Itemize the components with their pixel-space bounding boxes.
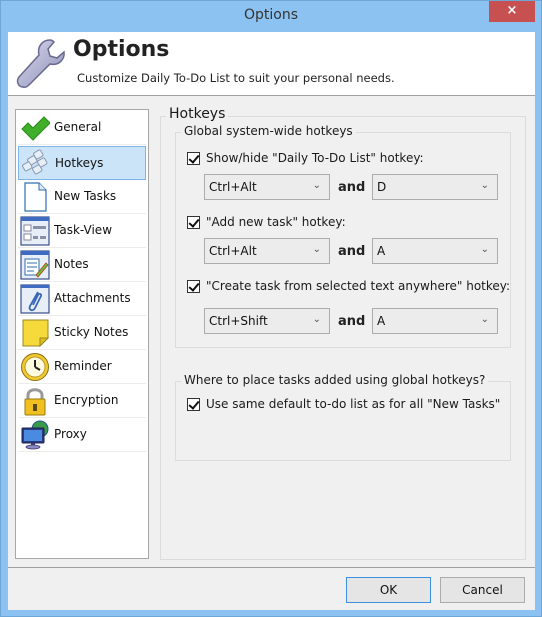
select-value: A (377, 244, 386, 258)
title-bar[interactable]: Options × (1, 1, 541, 32)
global-hotkeys-title: Global system-wide hotkeys (181, 124, 356, 138)
sidebar-item-attachments[interactable]: Attachments (18, 282, 146, 316)
chevron-down-icon: ⌄ (312, 180, 321, 191)
create-from-selection-hotkey-label: "Create task from selected text anywhere… (206, 279, 511, 293)
sidebar-item-label: Encryption (54, 393, 119, 407)
header-banner: Options Customize Daily To-Do List to su… (8, 32, 535, 96)
sidebar-item-label: Hotkeys (55, 156, 104, 170)
create-from-selection-hotkey-checkbox[interactable]: "Create task from selected text anywhere… (187, 279, 510, 293)
footer-divider (8, 567, 535, 568)
and-label: and (338, 180, 366, 195)
clock-icon (21, 353, 49, 381)
chevron-down-icon: ⌄ (312, 314, 321, 325)
chevron-down-icon: ⌄ (480, 244, 489, 255)
add-task-key-select[interactable]: A ⌄ (372, 238, 498, 264)
add-task-modifier-select[interactable]: Ctrl+Alt ⌄ (204, 238, 330, 264)
select-value: Ctrl+Shift (209, 314, 268, 328)
sidebar-item-hotkeys[interactable]: Hotkeys (18, 146, 146, 180)
keyboard-keys-icon (22, 149, 48, 175)
checkbox-checked-icon[interactable] (187, 279, 200, 293)
task-view-icon (20, 216, 50, 246)
sticky-note-icon (22, 319, 50, 348)
page-title: Options (73, 37, 170, 62)
create-from-selection-key-select[interactable]: A ⌄ (372, 308, 498, 334)
select-value: Ctrl+Alt (209, 180, 257, 194)
options-category-list[interactable]: General Hotkeys New Tasks Task-View Note… (15, 109, 149, 559)
sidebar-item-proxy[interactable]: Proxy (18, 418, 146, 452)
sidebar-item-sticky-notes[interactable]: Sticky Notes (18, 316, 146, 350)
and-label: and (338, 314, 366, 329)
window-title: Options (243, 7, 299, 23)
sidebar-item-label: Sticky Notes (54, 325, 129, 339)
select-value: D (377, 180, 387, 194)
sidebar-item-label: Reminder (54, 359, 112, 373)
chevron-down-icon: ⌄ (312, 244, 321, 255)
notes-pencil-icon (20, 250, 50, 280)
sidebar-item-notes[interactable]: Notes (18, 248, 146, 282)
page-subtitle: Customize Daily To-Do List to suit your … (77, 71, 395, 85)
placement-group: Where to place tasks added using global … (175, 373, 511, 461)
close-button[interactable]: × (489, 1, 535, 22)
sidebar-item-label: Attachments (54, 291, 131, 305)
options-window: Options × Options Customize Daily To-Do … (0, 0, 542, 617)
showhide-key-select[interactable]: D ⌄ (372, 174, 498, 200)
sidebar-item-general[interactable]: General (18, 111, 146, 145)
sidebar-item-label: New Tasks (54, 189, 117, 203)
chevron-down-icon: ⌄ (480, 314, 489, 325)
sidebar-item-label: Notes (54, 257, 89, 271)
checkbox-checked-icon[interactable] (187, 215, 200, 229)
select-value: A (377, 314, 386, 328)
section-title: Hotkeys (166, 106, 229, 122)
sidebar-item-reminder[interactable]: Reminder (18, 350, 146, 384)
sidebar-item-task-view[interactable]: Task-View (18, 214, 146, 248)
padlock-icon (24, 388, 46, 416)
blank-page-icon (24, 182, 47, 212)
wrench-icon (16, 39, 65, 88)
close-icon: × (506, 3, 518, 18)
add-task-hotkey-checkbox[interactable]: "Add new task" hotkey: (187, 215, 346, 229)
paperclip-icon (20, 284, 50, 314)
and-label: and (338, 244, 366, 259)
checkbox-checked-icon[interactable] (187, 397, 200, 411)
ok-button[interactable]: OK (346, 577, 431, 603)
sidebar-item-label: Proxy (54, 427, 87, 441)
dialog-client-area: Options Customize Daily To-Do List to su… (8, 32, 535, 610)
add-task-hotkey-label: "Add new task" hotkey: (206, 215, 346, 229)
same-default-list-checkbox[interactable]: Use same default to-do list as for all "… (187, 397, 500, 411)
sidebar-item-encryption[interactable]: Encryption (18, 384, 146, 418)
checkbox-checked-icon[interactable] (187, 151, 200, 165)
sidebar-item-label: Task-View (54, 223, 113, 237)
showhide-hotkey-label: Show/hide "Daily To-Do List" hotkey: (206, 151, 424, 165)
cancel-button[interactable]: Cancel (440, 577, 525, 603)
showhide-modifier-select[interactable]: Ctrl+Alt ⌄ (204, 174, 330, 200)
create-from-selection-modifier-select[interactable]: Ctrl+Shift ⌄ (204, 308, 330, 334)
sidebar-item-label: General (54, 120, 102, 134)
sidebar-item-new-tasks[interactable]: New Tasks (18, 180, 146, 214)
select-value: Ctrl+Alt (209, 244, 257, 258)
checkmark-icon (21, 116, 50, 141)
same-default-list-label: Use same default to-do list as for all "… (206, 397, 501, 411)
chevron-down-icon: ⌄ (480, 180, 489, 191)
global-hotkeys-group: Global system-wide hotkeys Show/hide "Da… (175, 124, 511, 348)
hotkeys-section: Hotkeys Global system-wide hotkeys Show/… (160, 106, 526, 560)
network-monitor-icon (21, 420, 49, 450)
placement-group-title: Where to place tasks added using global … (181, 373, 489, 387)
showhide-hotkey-checkbox[interactable]: Show/hide "Daily To-Do List" hotkey: (187, 151, 424, 165)
